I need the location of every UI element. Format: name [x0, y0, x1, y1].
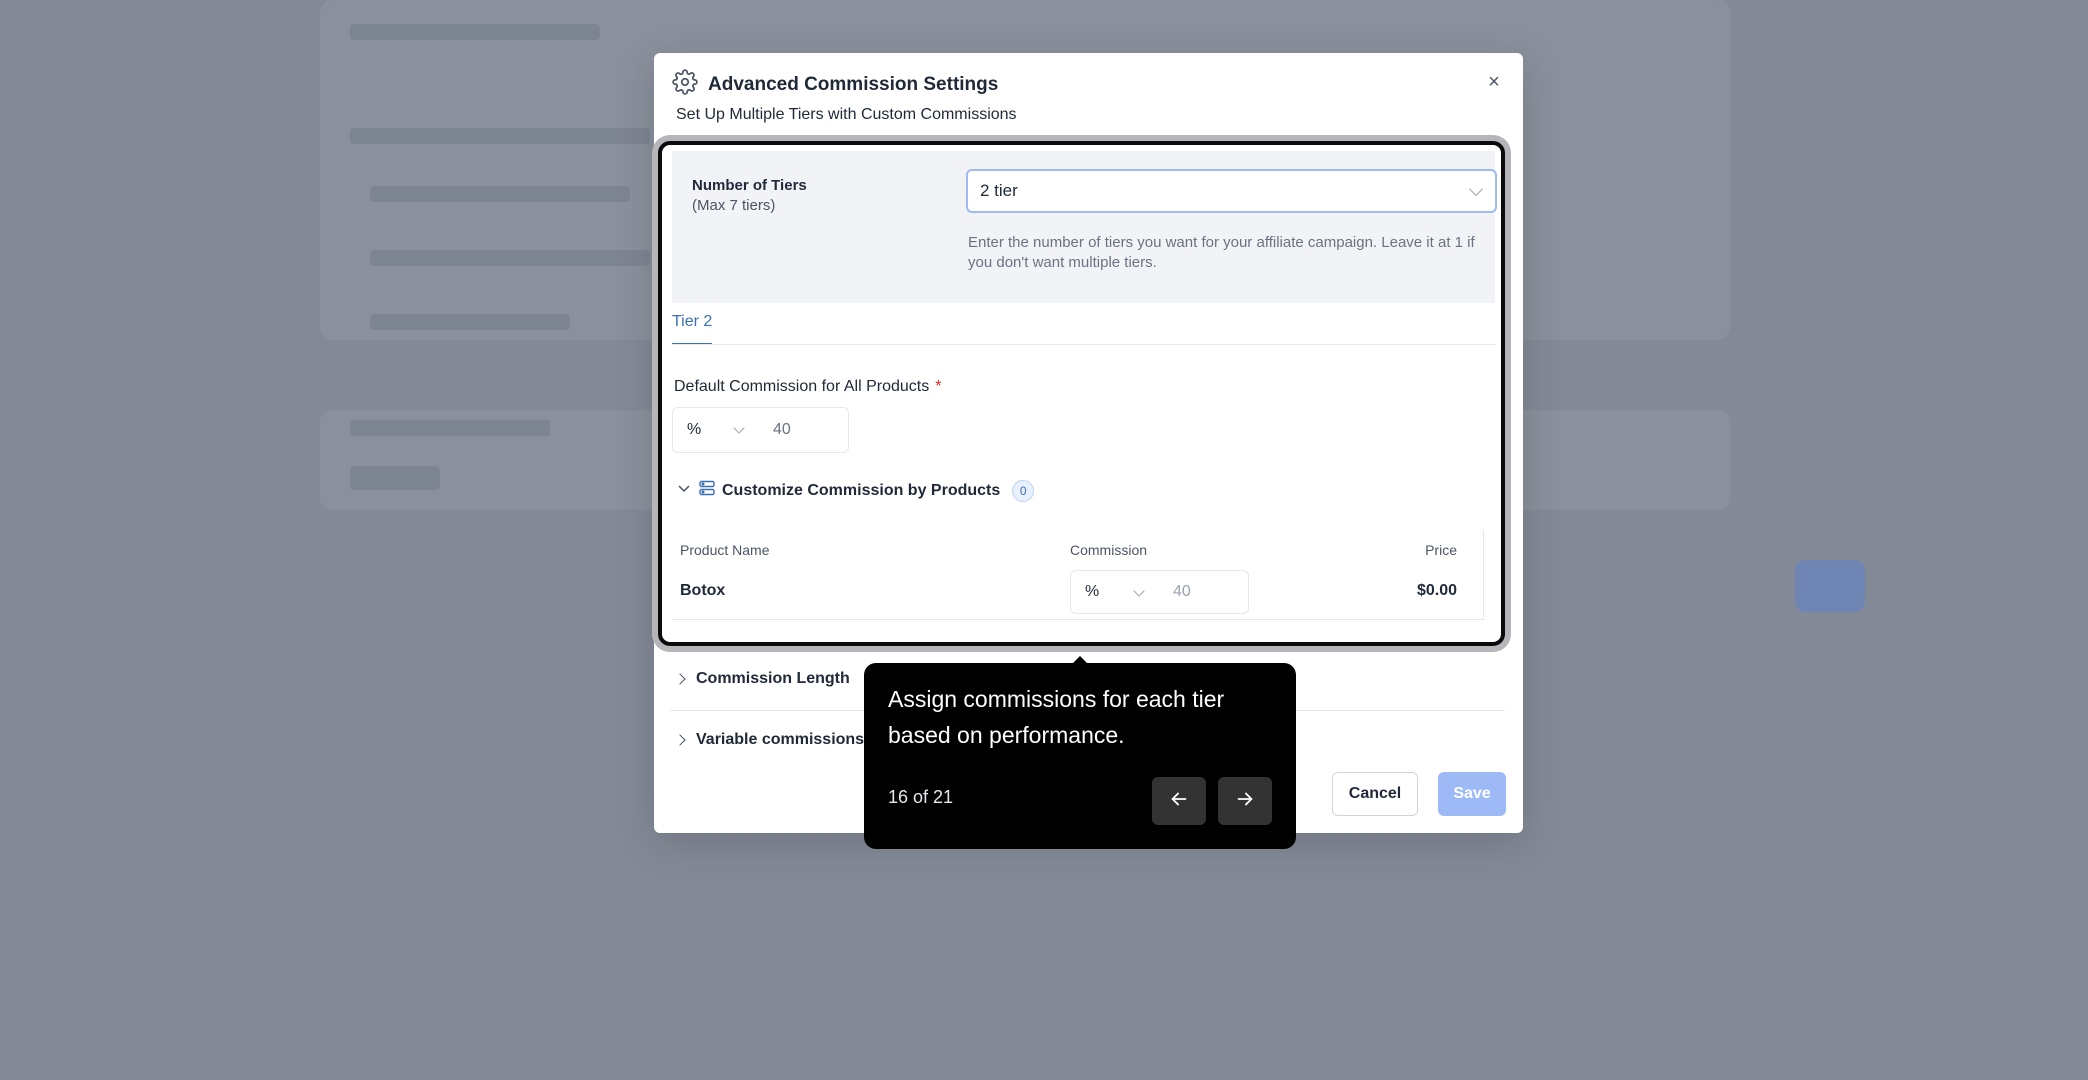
tab-divider [672, 344, 1495, 345]
required-marker: * [935, 378, 942, 395]
background-button [1795, 560, 1865, 612]
product-list-icon [698, 479, 716, 502]
default-commission-label: Default Commission for All Products * [674, 378, 941, 396]
default-commission-unit: % [687, 421, 702, 438]
cancel-button[interactable]: Cancel [1332, 772, 1418, 816]
default-commission-unit-select[interactable]: % [672, 407, 760, 453]
tiers-help-text: Enter the number of tiers you want for y… [968, 234, 1475, 271]
tab-tier-2[interactable]: Tier 2 [672, 313, 713, 345]
product-commission-input[interactable]: 40 [1159, 570, 1249, 614]
customize-commission-label: Customize Commission by Products [722, 481, 1001, 499]
tour-highlight-region: Number of Tiers (Max 7 tiers) 2 tier Ent… [658, 141, 1505, 646]
background-placeholder [350, 128, 650, 144]
tiers-sublabel: (Max 7 tiers) [692, 197, 776, 214]
tiers-select-value: 2 tier [980, 181, 1018, 200]
arrow-right-icon [1234, 788, 1256, 815]
products-table: Product Name Commission Price Botox % 40… [672, 530, 1484, 620]
default-commission-label-text: Default Commission for All Products [674, 378, 930, 395]
tiers-panel: Number of Tiers (Max 7 tiers) 2 tier Ent… [672, 151, 1497, 303]
chevron-down-icon [733, 422, 745, 434]
background-placeholder [370, 250, 650, 266]
tiers-label: Number of Tiers [692, 177, 807, 194]
tour-next-button[interactable] [1218, 777, 1272, 825]
column-header-commission: Commission [1070, 542, 1148, 558]
commission-length-label: Commission Length [696, 670, 850, 687]
variable-commissions-section[interactable]: Variable commissions [674, 731, 865, 749]
chevron-right-icon [674, 734, 686, 746]
variable-commissions-label: Variable commissions [696, 731, 865, 748]
background-placeholder [350, 24, 600, 40]
column-header-price: Price [1425, 542, 1457, 558]
column-header-product-name: Product Name [680, 542, 770, 558]
product-commission-unit-select[interactable]: % [1070, 570, 1160, 614]
product-price: $0.00 [1416, 582, 1457, 599]
modal-subtitle: Set Up Multiple Tiers with Custom Commis… [676, 106, 1017, 123]
customize-commission-toggle[interactable]: Customize Commission by Products 0 [676, 479, 1035, 502]
arrow-left-icon [1168, 788, 1190, 815]
background-placeholder [370, 314, 570, 330]
tour-tooltip: Assign commissions for each tier based o… [864, 663, 1296, 849]
tour-previous-button[interactable] [1152, 777, 1206, 825]
customize-count-badge: 0 [1012, 479, 1035, 502]
product-commission-unit: % [1085, 583, 1100, 600]
product-name: Botox [680, 582, 726, 599]
chevron-down-icon [1133, 585, 1145, 597]
commission-length-section[interactable]: Commission Length [674, 670, 850, 688]
background-placeholder [350, 420, 550, 436]
chevron-right-icon [674, 673, 686, 685]
tooltip-text: Assign commissions for each tier based o… [888, 686, 1225, 748]
default-commission-input[interactable]: 40 [759, 407, 849, 453]
background-placeholder [370, 186, 630, 202]
save-button[interactable]: Save [1438, 772, 1506, 816]
background-placeholder [350, 466, 440, 490]
tooltip-progress: 16 of 21 [888, 787, 954, 807]
modal-title: Advanced Commission Settings [708, 73, 999, 95]
modal-header: Advanced Commission Settings [672, 69, 998, 100]
chevron-down-icon [676, 480, 692, 501]
chevron-down-icon [1468, 181, 1484, 197]
gear-icon [672, 69, 698, 100]
close-icon[interactable]: × [1483, 71, 1505, 93]
tiers-select[interactable]: 2 tier [966, 169, 1497, 213]
